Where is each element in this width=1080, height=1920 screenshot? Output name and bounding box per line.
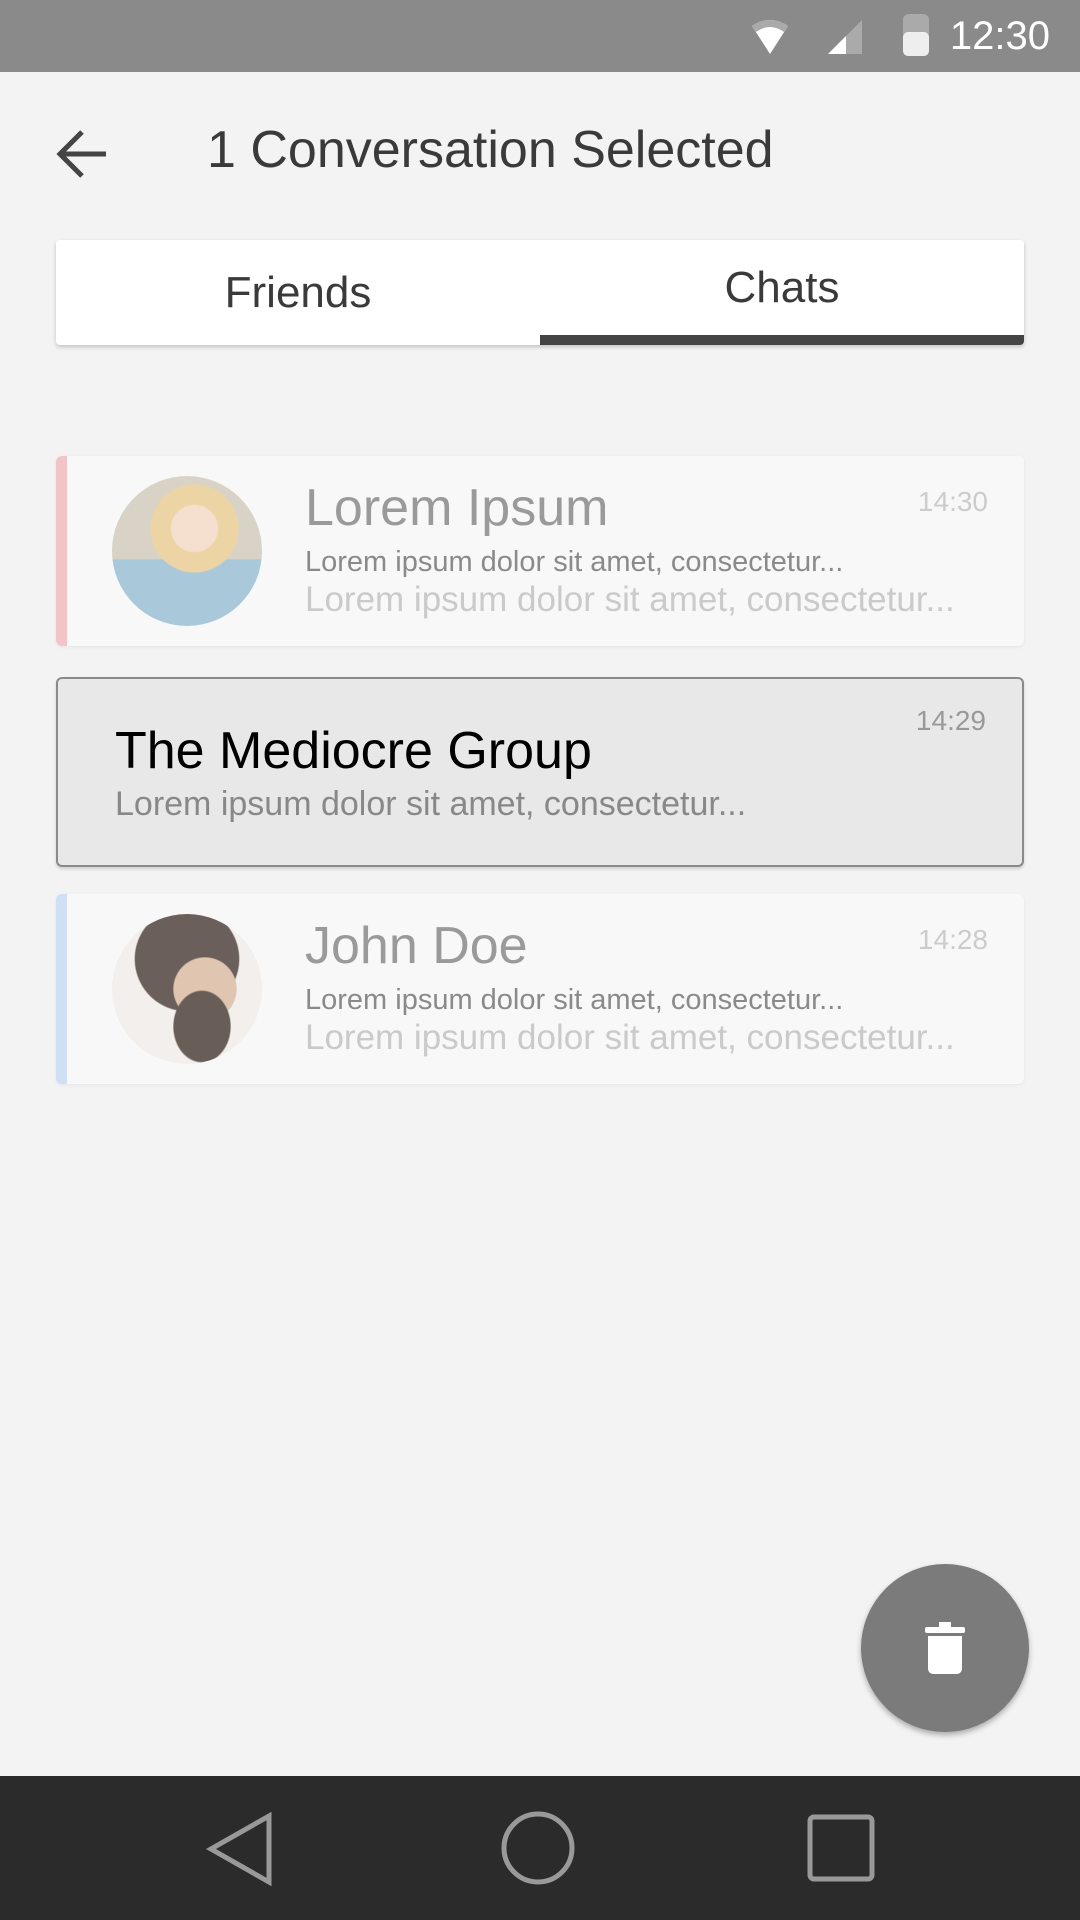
back-triangle-icon[interactable] — [205, 1812, 275, 1886]
back-arrow-icon[interactable] — [56, 128, 110, 180]
tab-friends[interactable]: Friends — [56, 240, 540, 345]
accent-strip — [56, 894, 67, 1084]
group-name: The Mediocre Group — [115, 722, 592, 780]
contact-name: Lorem Ipsum — [305, 479, 609, 537]
active-tab-indicator — [540, 335, 1024, 345]
delete-button[interactable] — [861, 1564, 1029, 1732]
conversation-item[interactable]: Lorem Ipsum Lorem ipsum dolor sit amet, … — [56, 456, 1024, 646]
message-preview: Lorem ipsum dolor sit amet, consectetur.… — [305, 984, 844, 1016]
timestamp: 14:28 — [917, 924, 988, 955]
message-preview: Lorem ipsum dolor sit amet, consectetur.… — [305, 546, 844, 578]
conversation-item-selected[interactable]: The Mediocre Group Lorem ipsum dolor sit… — [56, 677, 1024, 867]
timestamp: 14:29 — [915, 705, 986, 736]
battery-icon — [903, 14, 929, 56]
home-circle-icon[interactable] — [500, 1810, 576, 1886]
wifi-icon — [752, 20, 788, 54]
accent-strip — [56, 456, 67, 646]
timestamp: 14:30 — [917, 486, 988, 517]
tab-chats[interactable]: Chats — [540, 240, 1024, 345]
status-time: 12:30 — [949, 14, 1050, 58]
message-preview-secondary: Lorem ipsum dolor sit amet, consectetur.… — [305, 1018, 955, 1057]
trash-icon — [925, 1622, 965, 1674]
avatar — [112, 914, 262, 1064]
signal-icon — [828, 20, 862, 54]
tab-bar: Friends Chats — [56, 240, 1024, 345]
contact-name: John Doe — [305, 917, 528, 975]
message-preview-secondary: Lorem ipsum dolor sit amet, consectetur.… — [305, 580, 955, 619]
navigation-bar — [0, 1776, 1080, 1920]
conversation-item[interactable]: John Doe Lorem ipsum dolor sit amet, con… — [56, 894, 1024, 1084]
message-preview: Lorem ipsum dolor sit amet, consectetur.… — [115, 785, 747, 823]
avatar — [112, 476, 262, 626]
status-bar: 12:30 — [0, 0, 1080, 72]
page-title: 1 Conversation Selected — [207, 121, 774, 179]
recents-square-icon[interactable] — [807, 1814, 875, 1882]
